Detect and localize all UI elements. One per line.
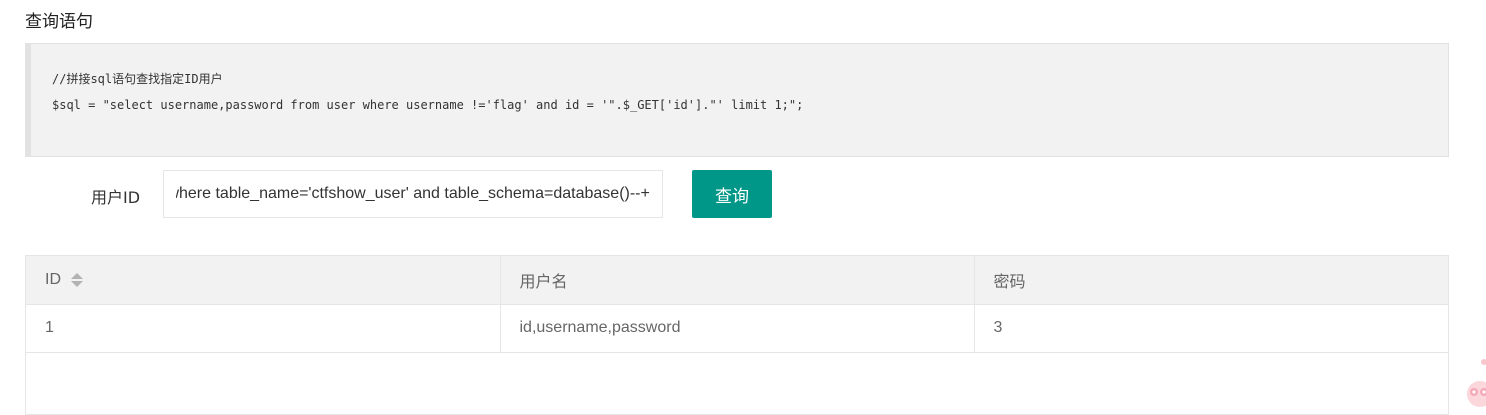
code-comment: //拼接sql语句查找指定ID用户 <box>52 72 223 86</box>
cell-id: 1 <box>26 304 501 353</box>
column-header-id[interactable]: ID <box>26 256 501 305</box>
code-statement: $sql = "select username,password from us… <box>52 98 804 112</box>
cell-password: 3 <box>974 304 1448 353</box>
user-id-label: 用户ID <box>91 188 141 207</box>
sort-icon[interactable] <box>71 272 83 288</box>
user-id-input[interactable] <box>163 170 663 218</box>
table-row: 1 id,username,password 3 <box>26 304 1448 353</box>
query-button[interactable]: 查询 <box>692 170 772 218</box>
column-header-id-label: ID <box>45 270 61 288</box>
pink-mascot-icon[interactable] <box>1462 356 1486 408</box>
result-table: ID 用户名 密码 1 id,username,password 3 <box>25 255 1449 415</box>
query-form: 用户ID 查询 <box>0 170 1486 218</box>
cell-username: id,username,password <box>500 304 975 353</box>
code-block: //拼接sql语句查找指定ID用户 $sql = "select username… <box>25 43 1449 157</box>
column-header-password: 密码 <box>974 256 1448 305</box>
column-header-username: 用户名 <box>500 256 975 305</box>
section-title: 查询语句 <box>25 12 93 32</box>
table-header-row: ID 用户名 密码 <box>26 256 1448 305</box>
